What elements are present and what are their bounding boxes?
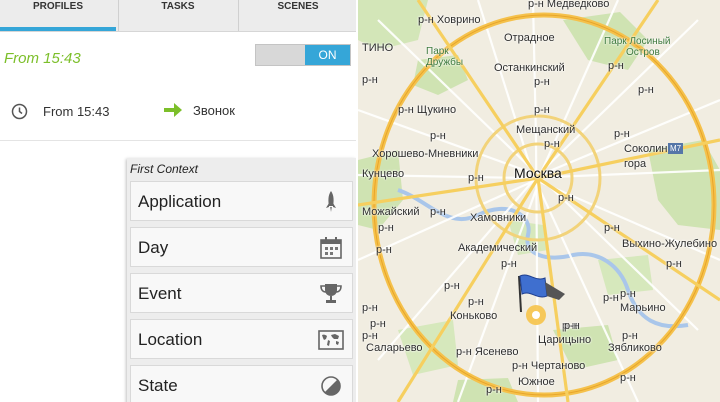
map-label-tsaritsyno: Царицыно [538,334,592,346]
tab-bar: PROFILES TASKS SCENES [0,0,356,32]
profile-title[interactable]: From 15:43 [4,50,81,67]
map-label-rn-mar: р-н [620,288,636,300]
map-label-yasenevo: р-н Ясенево [456,346,519,358]
moscow-map[interactable]: р-н Медведково р-н Ховрино Отрадное ТИНО… [358,0,720,402]
map-label-rn-br: р-н [620,372,636,384]
map-label-khovrino: р-н Ховрино [418,14,481,26]
map-label-rn-lefts: р-н [362,302,378,314]
map-label-rn-sokol: р-н [544,138,560,150]
map-label-rn-mid1: р-н [534,104,550,116]
map-label-rn-leftpark: р-н [376,244,392,256]
toggle-on-label: ON [305,45,350,65]
map-label-yuzhnoe: Южное [518,376,555,388]
arrow-right-icon [164,103,182,117]
map-label-rn-m1: р-н [468,172,484,184]
map-label-titino: ТИНО [362,42,394,54]
menu-item-label: Event [138,284,182,303]
map-label-rn-right2: р-н [604,222,620,234]
map-label-meshchansky: Мещанский [516,124,576,136]
map-label-park-druzhby: Парк Дружбы [426,46,464,68]
map-label-rn-left3: р-н [362,330,378,342]
map-label-rn-khamov: р-н [430,206,446,218]
map-label-rn-zyab: р-н [622,330,638,342]
half-circle-icon [321,376,341,396]
map-label-chertanovo: р-н Чертаново [512,360,586,372]
map-label-rn-akad: р-н [501,258,517,270]
map-label-maryino: Марьино [620,302,666,314]
map-label-rn-konkovo: р-н [468,296,484,308]
map-label-akademichesky: Академический [458,242,538,254]
menu-title: First Context [130,162,199,176]
tab-scenes[interactable]: SCENES [238,0,356,31]
map-label-salaryevo: Саларьево [366,342,423,354]
menu-item-state[interactable]: State [130,365,353,402]
map-label-mozhaysky: Можайский [362,206,420,218]
map-label-vykhino: Выхино-Жулебино [622,238,718,250]
map-label-rn-tsar: р-н [564,320,580,332]
menu-item-event[interactable]: Event [130,273,353,313]
map-label-rn-bottom: р-н [486,384,502,396]
menu-item-label: Application [138,192,222,211]
map-label-khoroshevo: Хорошево-Мневники [372,148,479,160]
active-tab-indicator [0,27,116,31]
map-label-moskva: Москва [514,165,562,181]
map-label-rn-center: р-н [444,280,460,292]
map-label-shchukino: р-н Щукино [398,104,457,116]
world-map-icon [318,330,344,350]
map-label-kuntsevo: Кунцево [362,168,405,180]
map-label-zyablikovo: Зябликово [608,342,662,354]
map-label-rn-left1: р-н [362,74,378,86]
menu-item-application[interactable]: Application [130,181,353,221]
rocket-icon [326,191,336,212]
map-label-rn-left2: р-н [378,222,394,234]
map-label-rn-ostank: р-н [534,76,550,88]
menu-item-day[interactable]: Day [130,227,353,267]
context-menu: First Context Application Day Event Loca… [127,158,356,402]
flag-marker-icon[interactable] [515,272,567,316]
clock-icon [11,103,28,120]
map-label-rn-right: р-н [638,84,654,96]
menu-item-label: Location [138,330,203,349]
map-label-park-losiny: Парк Лосиный [604,36,671,47]
trophy-icon [320,284,342,303]
map-label-medvedkovo: р-н Медведково [528,0,610,10]
highway-m7-badge: M7 [668,143,684,154]
map-label-otradnoe: Отрадное [504,32,555,44]
menu-item-label: State [138,376,178,395]
map-label-rn-m2: р-н [558,192,574,204]
map-label-rn-center2: р-н [603,292,619,304]
menu-item-location[interactable]: Location [130,319,353,359]
calendar-icon [320,237,342,259]
context-time[interactable]: From 15:43 [43,104,109,119]
profile-toggle[interactable]: ON [255,44,351,66]
divider [0,140,356,141]
map-label-ostrov: Остров [626,47,660,58]
map-label-ostankinsky: Останкинский [494,62,565,74]
tasker-panel: PROFILES TASKS SCENES From 15:43 ON From… [0,0,356,402]
map-label-konkovo: Коньково [450,310,498,322]
task-name[interactable]: Звонок [193,103,235,118]
map-label-rn-s1: р-н [370,318,386,330]
map-label-gora: гора [624,158,647,170]
map-label-rn-topright: р-н [608,60,624,72]
tab-tasks[interactable]: TASKS [118,0,237,31]
menu-item-label: Day [138,238,169,257]
map-label-khamovniki: Хамовники [470,212,527,224]
map-label-rn-mid2: р-н [430,130,446,142]
map-label-rn-right3: р-н [666,258,682,270]
map-label-rn-mesh: р-н [614,128,630,140]
